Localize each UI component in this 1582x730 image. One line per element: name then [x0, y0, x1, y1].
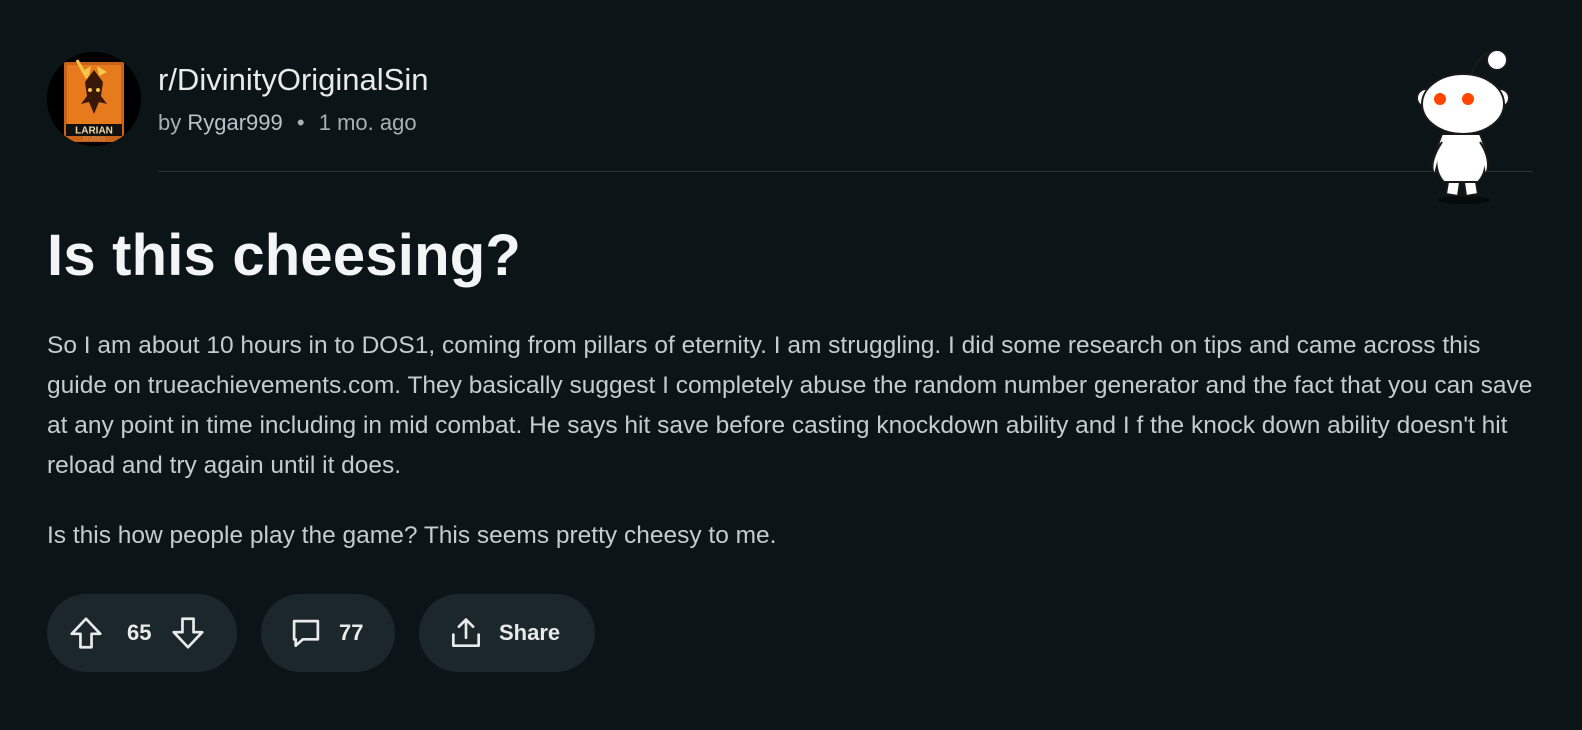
logo-subtext: STUDIOS	[83, 137, 106, 143]
upvote-button[interactable]	[67, 614, 105, 652]
meta-separator: •	[296, 110, 305, 135]
post-meta: by Rygar999 • 1 mo. ago	[158, 110, 417, 136]
author-prefix: by	[158, 110, 182, 135]
comment-count: 77	[339, 620, 364, 645]
subreddit-avatar[interactable]: LARIAN STUDIOS	[47, 52, 141, 146]
author-link[interactable]: Rygar999	[187, 110, 282, 135]
post-body: So I am about 10 hours in to DOS1, comin…	[47, 326, 1537, 556]
logo-text: LARIAN	[75, 126, 113, 137]
comment-bubble-icon	[292, 619, 320, 648]
arrow-up-icon	[70, 617, 102, 649]
header-divider	[158, 171, 1533, 172]
vote-score: 65	[127, 620, 152, 645]
larian-logo-icon: LARIAN STUDIOS	[47, 52, 141, 146]
post-paragraph: So I am about 10 hours in to DOS1, comin…	[47, 332, 1533, 479]
share-label: Share	[499, 620, 561, 645]
share-button[interactable]: Share	[419, 594, 595, 672]
reddit-snoo-icon	[1416, 49, 1510, 204]
post-title[interactable]: Is this cheesing?	[47, 222, 521, 289]
comments-button[interactable]: 77	[261, 594, 395, 672]
downvote-button[interactable]	[169, 614, 207, 652]
post-age: 1 mo. ago	[318, 110, 417, 135]
share-upload-icon	[451, 618, 481, 648]
arrow-down-icon	[172, 617, 205, 649]
subreddit-name[interactable]: r/DivinityOriginalSin	[158, 62, 428, 98]
post-paragraph: Is this how people play the game? This s…	[47, 522, 777, 549]
vote-control: 65	[47, 594, 237, 672]
